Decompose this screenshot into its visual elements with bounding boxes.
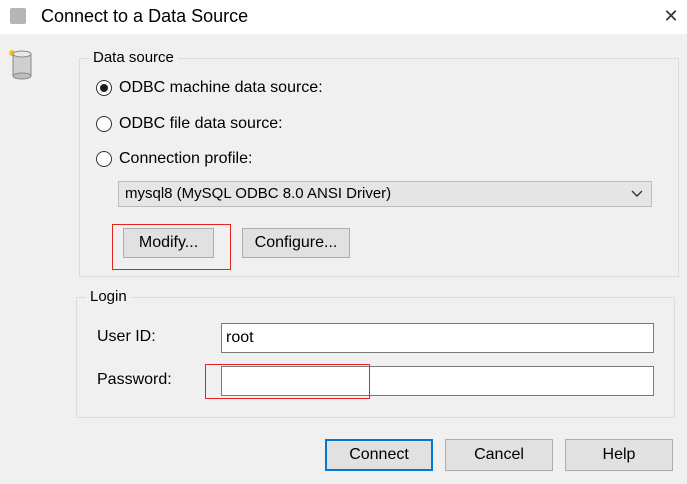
help-button[interactable]: Help — [565, 439, 673, 471]
password-highlight-box — [205, 364, 370, 399]
user-id-label: User ID: — [97, 328, 156, 345]
data-source-legend: Data source — [89, 49, 178, 67]
connect-button[interactable]: Connect — [325, 439, 433, 471]
close-button[interactable]: ✕ — [655, 0, 687, 32]
radio-button[interactable] — [96, 151, 112, 167]
data-source-select[interactable]: mysql8 (MySQL ODBC 8.0 ANSI Driver) — [118, 181, 652, 207]
radio-label: Connection profile: — [119, 150, 253, 167]
radio-odbc-machine[interactable]: ODBC machine data source: — [96, 79, 323, 97]
login-legend: Login — [86, 288, 131, 306]
radio-button[interactable] — [96, 116, 112, 132]
radio-connection-profile[interactable]: Connection profile: — [96, 150, 252, 168]
close-icon: ✕ — [663, 5, 679, 26]
password-label: Password: — [97, 371, 172, 388]
configure-button[interactable]: Configure... — [242, 228, 350, 258]
select-value: mysql8 (MySQL ODBC 8.0 ANSI Driver) — [125, 185, 392, 202]
radio-label: ODBC file data source: — [119, 115, 283, 132]
app-icon — [10, 8, 26, 24]
radio-odbc-file[interactable]: ODBC file data source: — [96, 115, 283, 133]
user-id-field[interactable]: root — [221, 323, 654, 353]
radio-button[interactable] — [96, 80, 112, 96]
window-title: Connect to a Data Source — [41, 6, 249, 26]
modify-highlight-box — [112, 224, 231, 270]
cancel-button[interactable]: Cancel — [445, 439, 553, 471]
login-group: Login — [76, 288, 675, 418]
chevron-down-icon — [631, 190, 643, 197]
database-icon — [9, 50, 32, 80]
title-bar: Connect to a Data Source ✕ — [0, 0, 687, 34]
radio-label: ODBC machine data source: — [119, 79, 323, 96]
